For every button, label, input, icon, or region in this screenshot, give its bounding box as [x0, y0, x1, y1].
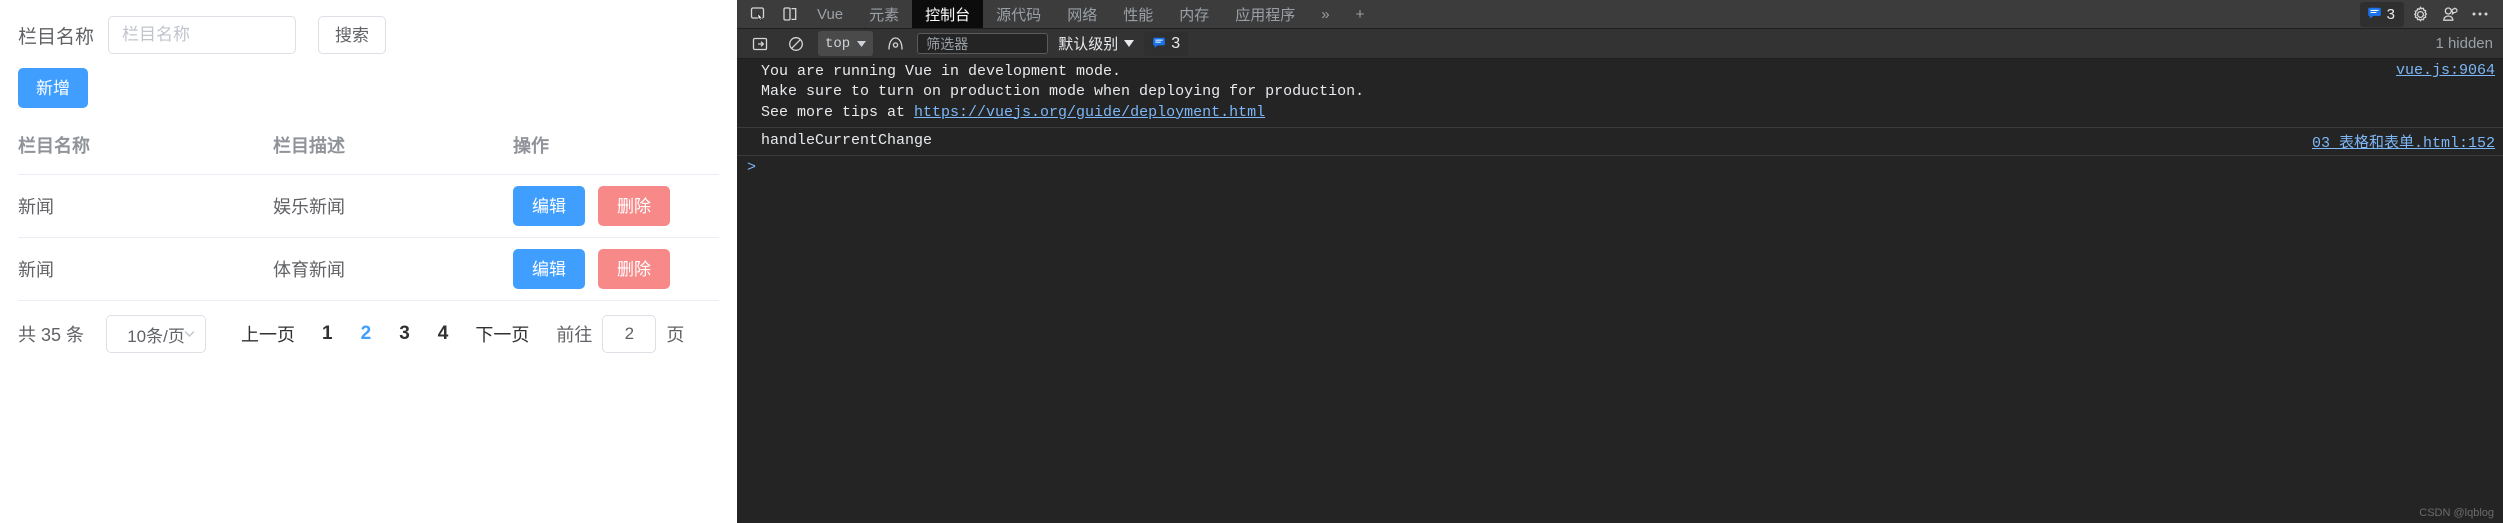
prompt-chevron-icon: > [747, 159, 757, 176]
console-message-line: handleCurrentChange [761, 131, 933, 149]
pagination-jump-suffix: 页 [666, 325, 685, 345]
tabbar-spacer [1377, 0, 2359, 28]
live-expression-eye-icon[interactable] [881, 31, 909, 57]
chevron-down-icon [184, 331, 195, 338]
issues-badge[interactable]: 3 [2359, 1, 2404, 27]
devtools-tabbar: Vue 元素 控制台 源代码 网络 性能 内存 应用程序 » + 3 [737, 0, 2503, 29]
console-message-line: You are running Vue in development mode. [761, 63, 1122, 80]
table-row: 新闻 体育新闻 编辑 删除 [18, 237, 719, 301]
delete-button[interactable]: 删除 [598, 249, 670, 289]
pagination: 共 35 条 10条/页 上一页 1 2 3 4 下一页 前往 页 [18, 301, 719, 367]
more-options-icon[interactable] [2466, 1, 2494, 27]
tab-sources[interactable]: 源代码 [983, 0, 1054, 28]
search-button[interactable]: 搜索 [318, 16, 387, 54]
console-prompt[interactable]: > [737, 156, 2503, 179]
pagination-page-1[interactable]: 1 [308, 323, 347, 345]
gear-icon[interactable] [2406, 1, 2434, 27]
clear-console-icon[interactable] [782, 31, 810, 57]
tab-performance[interactable]: 性能 [1110, 0, 1166, 28]
pagination-page-2[interactable]: 2 [347, 323, 386, 345]
console-context-selector[interactable]: top [818, 31, 874, 56]
hidden-messages-note: 1 hidden [2435, 35, 2493, 52]
tab-vue[interactable]: Vue [804, 0, 856, 28]
chevron-down-icon [857, 40, 867, 47]
console-filter-input[interactable] [924, 34, 1042, 53]
console-message-count: 3 [1171, 34, 1181, 52]
inspect-element-icon[interactable] [744, 1, 772, 27]
deployment-guide-link[interactable]: https://vuejs.org/guide/deployment.html [914, 104, 1265, 121]
cell-name: 新闻 [18, 174, 273, 238]
console-message: You are running Vue in development mode.… [737, 59, 2503, 128]
search-form: 栏目名称 搜索 [18, 0, 719, 62]
pagination-jump-label: 前往 [556, 325, 593, 345]
tab-memory[interactable]: 内存 [1166, 0, 1222, 28]
data-table: 栏目名称 栏目描述 操作 新闻 娱乐新闻 编辑 删除 新闻 体育新闻 编辑 删除 [18, 118, 719, 301]
table-body: 新闻 娱乐新闻 编辑 删除 新闻 体育新闻 编辑 删除 [18, 174, 719, 301]
page-size-select[interactable]: 10条/页 [106, 315, 207, 353]
toggle-device-toolbar-icon[interactable] [776, 1, 804, 27]
cell-desc: 体育新闻 [273, 237, 513, 301]
edit-button[interactable]: 编辑 [513, 186, 585, 226]
console-filter-box[interactable] [917, 33, 1049, 54]
issue-bubble-icon [2367, 7, 2382, 21]
watermark: CSDN @lqblog [2419, 507, 2494, 519]
console-context-value: top [825, 35, 851, 52]
add-tab-button[interactable]: + [1343, 0, 1378, 28]
pagination-next[interactable]: 下一页 [462, 321, 542, 347]
add-toolbar: 新增 [18, 62, 719, 118]
delete-button[interactable]: 删除 [598, 186, 670, 226]
table-head: 栏目名称 栏目描述 操作 [18, 118, 719, 175]
page-size-value: 10条/页 [127, 326, 185, 346]
table-header-row: 栏目名称 栏目描述 操作 [18, 118, 719, 175]
console-sidebar-toggle-icon[interactable] [746, 31, 774, 57]
console-message-source[interactable]: vue.js:9064 [2396, 62, 2495, 79]
screenshot-root: 栏目名称 搜索 新增 栏目名称 栏目描述 操作 新闻 娱乐新闻 [0, 0, 2503, 523]
console-message: handleCurrentChange 03 表格和表单.html:152 [737, 128, 2503, 156]
web-page-panel: 栏目名称 搜索 新增 栏目名称 栏目描述 操作 新闻 娱乐新闻 [0, 0, 737, 523]
devtools-tool-icons [737, 0, 804, 28]
search-label: 栏目名称 [18, 26, 95, 48]
pagination-page-3[interactable]: 3 [385, 323, 424, 345]
issue-bubble-icon [1152, 37, 1166, 50]
pagination-prev[interactable]: 上一页 [228, 321, 308, 347]
more-tabs-button[interactable]: » [1308, 0, 1342, 28]
issues-count: 3 [2386, 5, 2395, 23]
cell-desc: 娱乐新闻 [273, 174, 513, 238]
console-level-selector[interactable]: 默认级别 [1056, 33, 1136, 54]
edit-button[interactable]: 编辑 [513, 249, 585, 289]
cell-actions: 编辑 删除 [513, 174, 719, 238]
column-header-op: 操作 [513, 118, 719, 175]
tab-application[interactable]: 应用程序 [1222, 0, 1308, 28]
console-message-source[interactable]: 03 表格和表单.html:152 [2312, 131, 2495, 152]
tab-elements[interactable]: 元素 [856, 0, 912, 28]
pagination-page-4[interactable]: 4 [424, 323, 463, 345]
chevron-down-icon [1124, 40, 1135, 47]
devtools-tabbar-actions: 3 [2359, 0, 2503, 28]
console-message-line: See more tips at https://vuejs.org/guide… [761, 103, 2503, 123]
user-account-icon[interactable] [2436, 1, 2464, 27]
console-message-count-badge[interactable]: 3 [1144, 31, 1189, 56]
console-level-value: 默认级别 [1058, 36, 1119, 53]
search-input[interactable] [108, 16, 297, 54]
pagination-jump-input[interactable] [602, 315, 657, 353]
table-row: 新闻 娱乐新闻 编辑 删除 [18, 174, 719, 238]
tab-network[interactable]: 网络 [1054, 0, 1110, 28]
tab-console[interactable]: 控制台 [912, 0, 984, 28]
cell-actions: 编辑 删除 [513, 237, 719, 301]
devtools-panel: Vue 元素 控制台 源代码 网络 性能 内存 应用程序 » + 3 top 筛… [737, 0, 2503, 523]
console-message-text: See more tips at [761, 103, 915, 121]
console-message-line: Make sure to turn on production mode whe… [761, 83, 1365, 101]
column-header-desc: 栏目描述 [273, 118, 513, 175]
console-toolbar: top 默认级别 [737, 29, 2503, 59]
console-output: You are running Vue in development mode.… [737, 59, 2503, 179]
add-button[interactable]: 新增 [18, 68, 88, 108]
column-header-name: 栏目名称 [18, 118, 273, 175]
cell-name: 新闻 [18, 237, 273, 301]
pagination-total: 共 35 条 [18, 325, 85, 345]
